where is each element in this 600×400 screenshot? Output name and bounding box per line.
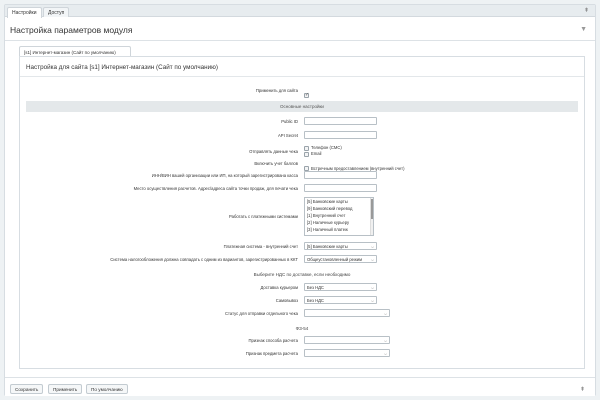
chevron-down-icon: ⌵ xyxy=(370,285,374,290)
receipt-status-row: Статус для отправки отдельного чека ⌵ xyxy=(20,309,584,317)
vat-courier-row: Доставка курьером Без НДС ⌵ xyxy=(20,283,584,291)
fz54-section-label: ФЗ-54 xyxy=(295,326,309,331)
internal-ps-select[interactable]: [5] Банковские карты ⌵ xyxy=(304,242,377,250)
page-header: Настройка параметров модуля ▼ xyxy=(5,21,595,41)
payment-subject-row: Признак предмета расчета ⌵ xyxy=(20,349,584,357)
top-tabs: Настройки Доступ ⇞ xyxy=(5,5,595,18)
inn-label: ИНН/ВИН вашей организации или ИП, на кот… xyxy=(151,173,298,178)
email-checkbox[interactable] xyxy=(304,151,309,157)
vat-pickup-value: Без НДС xyxy=(307,298,324,303)
points-label: Включить учет баллов xyxy=(254,161,298,166)
module-settings-window: Настройки Доступ ⇞ Настройка параметров … xyxy=(4,4,596,396)
collapse-chevron-icon[interactable]: ▼ xyxy=(580,26,587,33)
listbox-option[interactable]: [1] Внутренний счет xyxy=(305,212,373,219)
receipt-status-label: Статус для отправки отдельного чека xyxy=(225,311,298,316)
internal-ps-row: Платежная система - внутренний счет [5] … xyxy=(20,242,584,250)
inn-input[interactable] xyxy=(304,171,377,179)
chevron-down-icon: ⌵ xyxy=(370,298,374,303)
apply-checkbox[interactable] xyxy=(304,92,309,99)
page-title: Настройка параметров модуля xyxy=(10,25,133,35)
payment-systems-listbox[interactable]: [5] Банковские карты [9] Банковский пере… xyxy=(304,197,374,236)
api-secret-input[interactable] xyxy=(304,131,377,139)
tab-settings[interactable]: Настройки xyxy=(7,7,42,18)
vat-pickup-select[interactable]: Без НДС ⌵ xyxy=(304,296,377,304)
payment-method-label: Признак способа расчета xyxy=(248,338,298,343)
tax-system-value: Общеустановленный режим xyxy=(307,257,362,262)
listbox-option[interactable]: [3] Наличный платеж xyxy=(305,226,373,233)
divider xyxy=(20,76,584,77)
chevron-down-icon: ⌵ xyxy=(370,257,374,262)
api-secret-label: API Secret xyxy=(277,133,298,138)
place-input[interactable] xyxy=(304,184,377,192)
public-id-input[interactable] xyxy=(304,117,377,125)
section-main-settings: Основные настройки xyxy=(26,101,578,112)
payment-subject-label: Признак предмета расчета xyxy=(245,351,298,356)
internal-ps-value: [5] Банковские карты xyxy=(307,244,348,249)
settings-panel: Настройка для сайта [s1] Интернет-магази… xyxy=(19,56,585,369)
footer-bar: Сохранить Применить По умолчанию ⇞ xyxy=(5,377,595,396)
payment-systems-row: Работать с платежными системами [5] Банк… xyxy=(20,197,584,236)
payment-method-select[interactable]: ⌵ xyxy=(304,336,390,344)
send-receipt-label: Отправлять данные чека xyxy=(249,149,298,154)
payment-systems-label: Работать с платежными системами xyxy=(228,214,298,219)
tab-access[interactable]: Доступ xyxy=(43,7,70,17)
phone-sms-checkbox[interactable] xyxy=(304,145,309,151)
tax-system-label: Система налогообложения должна совпадать… xyxy=(110,257,298,262)
tax-system-select[interactable]: Общеустановленный режим ⌵ xyxy=(304,255,377,263)
internal-ps-label: Платежная система - внутренний счет xyxy=(223,244,298,249)
listbox-scrollbar[interactable] xyxy=(370,198,373,235)
vat-pickup-label: Самовывоз xyxy=(275,298,298,303)
email-label: Email xyxy=(311,151,322,156)
pin-icon[interactable]: ⇞ xyxy=(580,386,585,393)
save-button[interactable]: Сохранить xyxy=(10,384,44,394)
send-receipt-options: Телефон (СМС) Email xyxy=(304,145,342,157)
option-email: Email xyxy=(304,151,342,157)
pin-icon[interactable]: ⇞ xyxy=(584,7,589,14)
vat-courier-select[interactable]: Без НДС ⌵ xyxy=(304,283,377,291)
default-button[interactable]: По умолчанию xyxy=(86,384,128,394)
receipt-status-select[interactable]: ⌵ xyxy=(304,309,390,317)
vat-pickup-row: Самовывоз Без НДС ⌵ xyxy=(20,296,584,304)
vat-courier-label: Доставка курьером xyxy=(260,285,298,290)
chevron-down-icon: ⌵ xyxy=(370,244,374,249)
listbox-option[interactable]: [9] Банковский перевод xyxy=(305,205,373,212)
listbox-option[interactable]: [2] Наличные курьеру xyxy=(305,219,373,226)
payment-method-row: Признак способа расчета ⌵ xyxy=(20,336,584,344)
vat-courier-value: Без НДС xyxy=(307,285,324,290)
phone-sms-label: Телефон (СМС) xyxy=(311,145,342,150)
chevron-down-icon: ⌵ xyxy=(383,338,387,343)
apply-label: Применить для сайта xyxy=(255,88,298,93)
chevron-down-icon: ⌵ xyxy=(383,351,387,356)
apply-button[interactable]: Применить xyxy=(48,384,83,394)
panel-title: Настройка для сайта [s1] Интернет-магази… xyxy=(26,64,218,71)
vat-section-label: Выберите НДС по доставке, если необходим… xyxy=(253,272,351,277)
chevron-down-icon: ⌵ xyxy=(383,311,387,316)
tax-system-row: Система налогообложения должна совпадать… xyxy=(20,255,584,263)
scrollbar-thumb[interactable] xyxy=(371,199,373,219)
place-label: Место осуществления расчетов. Адрес/адре… xyxy=(133,186,298,191)
listbox-option[interactable]: [5] Банковские карты xyxy=(305,198,373,205)
payment-subject-select[interactable]: ⌵ xyxy=(304,349,390,357)
public-id-label: Public ID xyxy=(281,119,298,124)
